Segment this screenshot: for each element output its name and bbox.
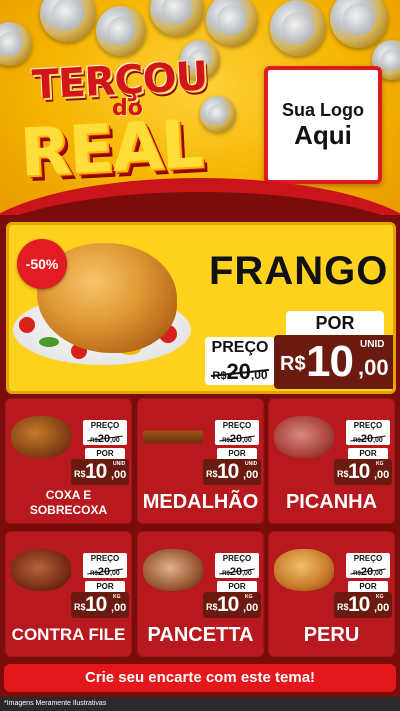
new-price-currency: R$: [74, 469, 86, 479]
price-unit: UNID: [113, 461, 126, 467]
new-price-cents: ,00: [374, 469, 390, 481]
por-label: POR: [217, 448, 257, 459]
featured-preco-label: PREÇO: [205, 337, 275, 359]
product-card[interactable]: PREÇO R$20,00 POR R$10 KG ,00 CONTRA FILE: [5, 531, 132, 657]
old-price: R$20,00: [346, 431, 390, 445]
price-unit: KG: [245, 594, 253, 600]
logo-line-1: Sua Logo: [282, 99, 364, 120]
coin-image: [96, 6, 146, 56]
promo-title: TERÇOU do REAL: [18, 53, 238, 191]
turkey-image: [274, 549, 334, 591]
old-price: R$20,00: [83, 564, 127, 578]
price-unit: UNID: [245, 461, 258, 467]
new-price-cents: ,00: [374, 602, 390, 614]
new-price-currency: R$: [337, 602, 349, 612]
preco-label: PREÇO: [83, 420, 127, 431]
new-price-currency: R$: [206, 602, 218, 612]
coin-image: [330, 0, 388, 48]
create-flyer-button[interactable]: Crie seu encarte com este tema!: [4, 664, 396, 692]
logo-line-2: Aqui: [294, 119, 352, 150]
new-price-currency: R$: [280, 353, 306, 375]
price-unit: KG: [376, 594, 384, 600]
product-card[interactable]: PREÇO R$20,00 POR R$10 UNID ,00 COXA E SOB…: [5, 398, 132, 524]
disclaimer-text: *Imagens Meramente Ilustrativas: [4, 700, 107, 707]
coin-image: [206, 0, 258, 46]
preco-label: PREÇO: [83, 553, 127, 564]
featured-new-price: R$ 10 UNID ,00: [274, 335, 393, 389]
steak-image: [11, 549, 71, 591]
logo-placeholder[interactable]: Sua Logo Aqui: [264, 66, 382, 184]
preco-label: PREÇO: [346, 420, 390, 431]
new-price: R$ 10 KG ,00: [203, 592, 261, 618]
old-price: R$20,00: [346, 564, 390, 578]
old-price: R$20,00: [83, 431, 127, 445]
new-price-cents: ,00: [243, 469, 259, 481]
new-price-cents: ,00: [358, 355, 389, 380]
price-unit: KG: [113, 594, 121, 600]
old-price: R$20,00: [215, 564, 259, 578]
product-name: MEDALHÃO: [142, 491, 259, 513]
discount-badge: -50%: [17, 239, 67, 289]
new-price-cents: ,00: [243, 602, 259, 614]
product-name: PICANHA: [285, 491, 378, 513]
preco-label: PREÇO: [346, 553, 390, 564]
herb-garnish: [39, 337, 59, 347]
picanha-image: [274, 416, 334, 458]
new-price-currency: R$: [74, 602, 86, 612]
new-price-currency: R$: [206, 469, 218, 479]
new-price-whole: 10: [217, 593, 239, 616]
new-price-whole: 10: [306, 337, 354, 386]
new-price-cents: ,00: [111, 469, 127, 481]
price-unit: UNID: [360, 339, 385, 350]
product-card[interactable]: PREÇO R$20,00 POR R$10 KG ,00 PERU: [268, 531, 395, 657]
featured-por-label: POR: [286, 311, 384, 335]
product-card[interactable]: PREÇO R$20,00 POR R$10 UNID ,00 MEDALHÃO: [137, 398, 264, 524]
new-price: R$ 10 KG ,00: [71, 592, 129, 618]
featured-product-name: FRANGO: [209, 249, 389, 293]
preco-label: PREÇO: [215, 420, 259, 431]
price-unit: KG: [376, 461, 384, 467]
skewer-image: [143, 416, 203, 458]
por-label: POR: [348, 448, 388, 459]
product-name: COXA E SOBRECOXA: [29, 488, 108, 517]
product-name: PANCETTA: [147, 624, 254, 646]
chicken-leg-image: [11, 416, 71, 458]
product-name: PERU: [303, 624, 360, 646]
por-label: POR: [217, 581, 257, 592]
new-price-whole: 10: [217, 460, 239, 483]
new-price-cents: ,00: [111, 602, 127, 614]
por-label: POR: [85, 448, 125, 459]
old-price: R$20,00: [215, 431, 259, 445]
product-card[interactable]: PREÇO R$20,00 POR R$10 KG ,00 PICANHA: [268, 398, 395, 524]
disclaimer-bar: *Imagens Meramente Ilustrativas: [0, 697, 400, 711]
preco-label: PREÇO: [215, 553, 259, 564]
coin-image: [40, 0, 96, 42]
product-name: CONTRA FILE: [11, 625, 126, 644]
pancetta-image: [143, 549, 203, 591]
new-price: R$ 10 UNID ,00: [71, 459, 129, 485]
featured-old-price: R$20,00: [205, 359, 275, 385]
por-label: POR: [348, 581, 388, 592]
coin-image: [150, 0, 204, 36]
new-price-whole: 10: [348, 460, 370, 483]
featured-product-card[interactable]: -50% FRANGO POR PREÇO R$20,00 R$ 10 UNID…: [6, 222, 396, 394]
coin-image: [270, 0, 326, 56]
tomato-garnish: [19, 317, 35, 333]
new-price-currency: R$: [337, 469, 349, 479]
new-price-whole: 10: [85, 460, 107, 483]
new-price: R$ 10 KG ,00: [334, 592, 392, 618]
new-price-whole: 10: [348, 593, 370, 616]
por-label: POR: [85, 581, 125, 592]
product-card[interactable]: PREÇO R$20,00 POR R$10 KG ,00 PANCETTA: [137, 531, 264, 657]
new-price: R$ 10 UNID ,00: [203, 459, 261, 485]
new-price: R$ 10 KG ,00: [334, 459, 392, 485]
new-price-whole: 10: [85, 593, 107, 616]
header-banner: TERÇOU do REAL Sua Logo Aqui: [0, 0, 400, 215]
